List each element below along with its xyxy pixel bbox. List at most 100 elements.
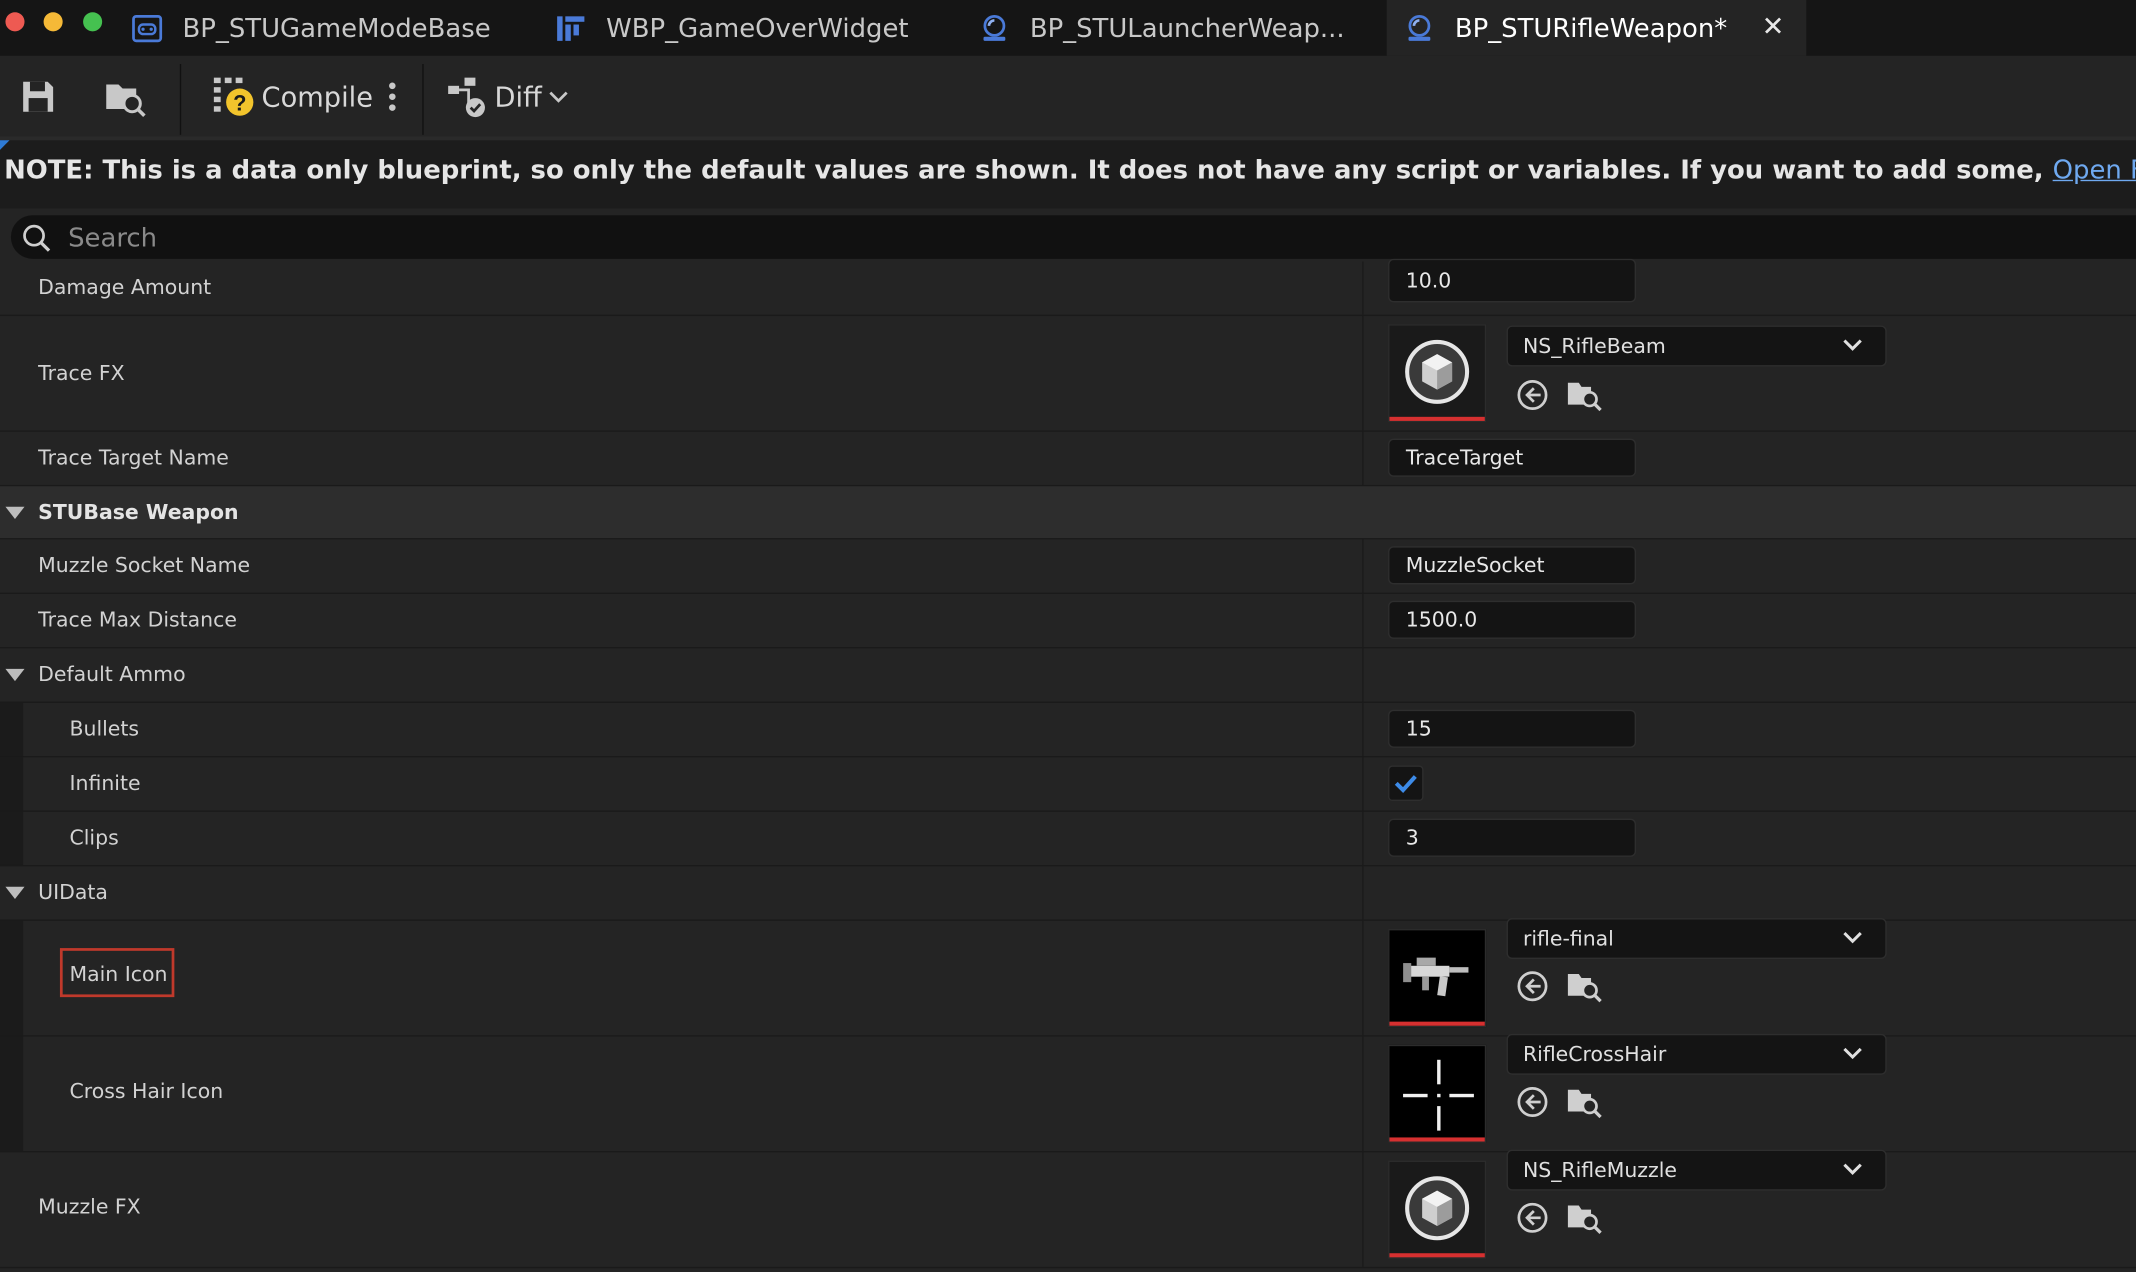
bullets-input[interactable] <box>1389 711 1635 747</box>
more-options-icon <box>389 81 396 111</box>
widget-blueprint-icon <box>557 15 585 41</box>
save-button[interactable] <box>19 56 57 136</box>
use-selected-asset-icon[interactable] <box>1516 970 1549 1003</box>
svg-text:?: ? <box>233 90 246 115</box>
search-box <box>10 215 2136 259</box>
actor-blueprint-icon <box>983 14 1006 41</box>
tab-label: WBP_GameOverWidget <box>606 12 909 43</box>
close-tab-icon[interactable]: ✕ <box>1762 10 1785 43</box>
minimize-window-button[interactable] <box>43 12 63 32</box>
open-full-blueprint-editor-link[interactable]: Open Full Blueprint Editor <box>2053 155 2136 185</box>
property-label: Trace Max Distance <box>38 607 237 633</box>
damage-amount-input[interactable] <box>1389 260 1635 302</box>
property-row-trace-fx: Trace FX NS_RifleBeam <box>0 316 2136 432</box>
actor-blueprint-icon <box>1408 14 1431 41</box>
property-label: Muzzle FX <box>38 1194 141 1220</box>
property-row-clips: Clips <box>0 811 2136 867</box>
browse-to-asset-icon[interactable] <box>1567 1200 1602 1235</box>
trace-fx-thumbnail[interactable] <box>1388 324 1487 423</box>
property-row-cross-hair-icon: Cross Hair Icon RifleCrossHair <box>0 1033 2136 1153</box>
clips-input[interactable] <box>1389 820 1635 856</box>
clips-field[interactable] <box>1388 818 1637 857</box>
property-label: Bullets <box>69 716 140 742</box>
property-group-default-ammo[interactable]: Default Ammo <box>0 648 2136 703</box>
browse-to-asset-icon[interactable] <box>1567 969 1602 1004</box>
tab-bp-stulauncherweapon[interactable]: BP_STULauncherWeap... <box>978 0 1345 56</box>
cross-hair-icon-thumbnail[interactable] <box>1388 1044 1487 1143</box>
muzzle-socket-name-field[interactable] <box>1388 546 1637 585</box>
close-window-button[interactable] <box>5 12 25 32</box>
main-icon-thumbnail[interactable] <box>1388 929 1487 1028</box>
asset-actions <box>1516 1201 1611 1234</box>
asset-name: rifle-final <box>1522 926 1614 951</box>
diff-button[interactable]: Diff <box>447 56 569 136</box>
asset-actions <box>1516 1086 1611 1119</box>
use-selected-asset-icon[interactable] <box>1516 379 1549 412</box>
save-icon <box>23 81 54 112</box>
browse-button[interactable] <box>104 56 148 136</box>
infinite-checkbox[interactable] <box>1388 765 1424 801</box>
use-selected-asset-icon[interactable] <box>1516 1201 1549 1234</box>
search-icon <box>23 224 51 252</box>
category-stubase-weapon[interactable]: STUBase Weapon <box>0 486 2136 540</box>
chevron-down-icon <box>1843 932 1862 944</box>
property-label: Muzzle Socket Name <box>38 553 251 578</box>
property-group-uidata[interactable]: UIData <box>0 866 2136 921</box>
asset-name: NS_RifleMuzzle <box>1522 1157 1678 1183</box>
compile-label: Compile <box>261 79 373 113</box>
asset-name: NS_RifleBeam <box>1522 333 1666 359</box>
property-row-muzzle-socket-name: Muzzle Socket Name <box>0 539 2136 594</box>
main-icon-asset-picker[interactable]: rifle-final <box>1506 918 1887 959</box>
note-text: NOTE: This is a data only blueprint, so … <box>4 155 2044 186</box>
trace-target-name-input[interactable] <box>1389 439 1635 476</box>
tab-label: BP_STURifleWeapon* <box>1454 12 1728 43</box>
data-only-blueprint-note: NOTE: This is a data only blueprint, so … <box>0 136 2136 209</box>
search-input[interactable] <box>65 219 1978 258</box>
tab-label: BP_STUGameModeBase <box>182 12 491 43</box>
property-label: Trace Target Name <box>38 445 229 470</box>
muzzle-socket-name-input[interactable] <box>1389 547 1635 584</box>
tab-bar: BP_STUGameModeBase WBP_GameOverWidget BP… <box>0 0 2136 56</box>
asset-actions <box>1516 970 1611 1003</box>
browse-to-asset-icon[interactable] <box>1567 377 1602 412</box>
compile-options-button[interactable] <box>384 56 400 136</box>
trace-max-distance-field[interactable] <box>1388 600 1637 639</box>
trace-fx-asset-picker[interactable]: NS_RifleBeam <box>1506 325 1887 367</box>
property-label: Main Icon <box>69 961 168 987</box>
game-mode-blueprint-icon <box>132 14 163 42</box>
tab-bp-sturifleweapon[interactable]: BP_STURifleWeapon* ✕ <box>1386 0 1807 56</box>
property-label: Infinite <box>69 771 141 796</box>
property-label: Cross Hair Icon <box>69 1078 224 1104</box>
chevron-down-icon <box>1843 1047 1862 1060</box>
compile-button[interactable]: ? Compile <box>213 56 373 136</box>
muzzle-fx-thumbnail[interactable] <box>1388 1160 1487 1259</box>
property-label: Default Ammo <box>38 662 186 687</box>
note-corner-accent <box>0 140 10 150</box>
blueprint-editor-window: BP_STUGameModeBase WBP_GameOverWidget BP… <box>0 0 2136 1272</box>
trace-target-name-field[interactable] <box>1388 438 1637 477</box>
damage-amount-field[interactable] <box>1388 258 1637 303</box>
trace-max-distance-input[interactable] <box>1389 602 1635 638</box>
chevron-down-icon <box>1843 1163 1862 1175</box>
asset-name: RifleCrossHair <box>1522 1042 1667 1067</box>
muzzle-fx-asset-picker[interactable]: NS_RifleMuzzle <box>1506 1149 1887 1191</box>
cross-hair-icon-asset-picker[interactable]: RifleCrossHair <box>1506 1033 1887 1075</box>
toolbar-separator <box>422 64 424 135</box>
property-row-bullets: Bullets <box>0 702 2136 758</box>
category-label: STUBase Weapon <box>38 499 239 525</box>
toolbar-separator <box>179 64 182 135</box>
tab-bp-stugamemodebase[interactable]: BP_STUGameModeBase <box>131 0 491 56</box>
collapse-triangle-icon[interactable] <box>5 506 25 519</box>
collapse-triangle-icon[interactable] <box>5 668 25 682</box>
chevron-down-icon <box>549 90 568 103</box>
collapse-triangle-icon[interactable] <box>5 886 25 900</box>
tab-wbp-gameoverwidget[interactable]: WBP_GameOverWidget <box>554 0 909 56</box>
use-selected-asset-icon[interactable] <box>1516 1086 1549 1119</box>
property-label: Clips <box>69 825 119 851</box>
compile-status-icon: ? <box>213 76 254 116</box>
checkmark-icon <box>1394 775 1417 794</box>
browse-to-asset-icon[interactable] <box>1567 1084 1602 1119</box>
maximize-window-button[interactable] <box>83 12 103 32</box>
property-row-trace-target-name: Trace Target Name <box>0 431 2136 487</box>
bullets-field[interactable] <box>1388 709 1637 748</box>
